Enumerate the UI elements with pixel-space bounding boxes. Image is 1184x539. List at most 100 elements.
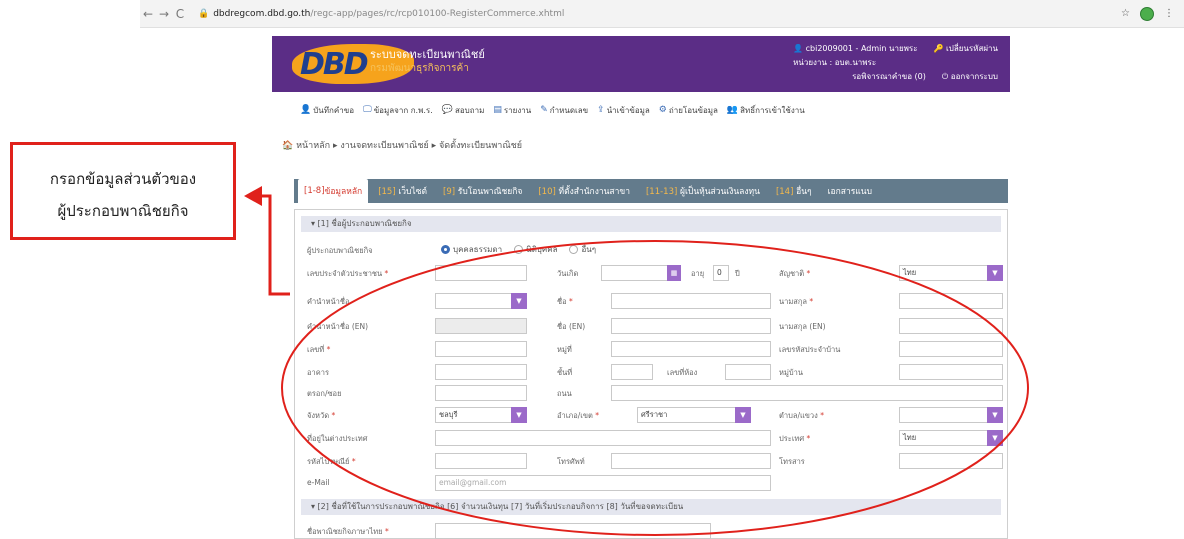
nationality-select[interactable]: ไทย ▼ [899, 265, 1003, 281]
radio-other[interactable]: อื่นๆ [569, 243, 596, 256]
birth-label: วันเกิด [557, 269, 579, 278]
address-bar[interactable]: dbdregcom.dbd.go.th/regc-app/pages/rc/rc… [213, 9, 564, 19]
fname-label-text: ชื่อ [557, 297, 567, 306]
change-password-link[interactable]: 🔑 เปลี่ยนรหัสผ่าน [934, 42, 999, 56]
menu-item-label: ถ่ายโอนข้อมูล [668, 105, 718, 115]
age-input[interactable]: 0 [713, 265, 729, 281]
menu-item-7[interactable]: 👥 สิทธิ์การเข้าใช้งาน [727, 104, 805, 117]
province-label: จังหวัด * [307, 411, 336, 420]
menu-item-label: บันทึกคำขอ [313, 105, 354, 115]
lname-input[interactable] [899, 293, 1003, 309]
breadcrumb[interactable]: 🏠 หน้าหลัก ▸ งานจดทะเบียนพาณิชย์ ▸ จัดตั… [282, 138, 522, 152]
fname-label: ชื่อ * [557, 297, 573, 306]
chevron-down-icon[interactable]: ▼ [735, 407, 751, 423]
phone-input[interactable] [611, 453, 771, 469]
tab-5[interactable]: [14] อื่นๆ [770, 180, 818, 202]
chevron-down-icon[interactable]: ▼ [511, 293, 527, 309]
tab-3[interactable]: [10] ที่ตั้งสำนักงานสาขา [532, 180, 636, 202]
trade-name-label-text: ชื่อพาณิชยกิจภาษาไทย [307, 527, 383, 536]
menu-item-1[interactable]: 🖵 ข้อมูลจาก ก.พ.ร. [363, 104, 433, 117]
district-select[interactable]: ศรีราชา ▼ [637, 407, 751, 423]
tab-label: รับโอนพาณิชยกิจ [457, 187, 523, 197]
moo-label: หมู่ที่ [557, 345, 572, 354]
section-owner-header[interactable]: ▾ [1] ชื่อผู้ประกอบพาณิชยกิจ [301, 216, 1001, 232]
extension-icon[interactable] [1140, 6, 1154, 21]
id-input[interactable] [435, 265, 527, 281]
top-menu: 👤 บันทึกคำขอ 🖵 ข้อมูลจาก ก.พ.ร. 💬 สอบถาม ▤ รายง… [300, 100, 1000, 120]
radio-person[interactable]: บุคคลธรรมดา [441, 243, 502, 256]
prefix-select[interactable]: ▼ [435, 293, 527, 309]
village-input[interactable] [899, 364, 1003, 380]
building-input[interactable] [435, 364, 527, 380]
tab-1[interactable]: [15] เว็บไซต์ [372, 180, 433, 202]
id-label-text: เลขประจำตัวประชาชน [307, 269, 383, 278]
lname-en-input[interactable] [899, 318, 1003, 334]
lname-label: นามสกุล * [779, 297, 814, 306]
menu-item-5[interactable]: ⇪ นำเข้าข้อมูล [597, 104, 650, 117]
menu-item-4[interactable]: ✎ กำหนดเลข [540, 104, 588, 117]
calendar-icon[interactable]: ▦ [667, 265, 681, 281]
screenshot-stage: ← → C 🔒 dbdregcom.dbd.go.th/regc-app/pag… [0, 0, 1184, 539]
menu-item-label: นำเข้าข้อมูล [606, 105, 650, 115]
house-no-input[interactable] [435, 341, 527, 357]
annotation-arrow-line [262, 194, 290, 296]
chevron-down-icon[interactable]: ▼ [511, 407, 527, 423]
user-name: 👤 cbi2009001 - Admin นายพระ [793, 44, 918, 53]
back-icon[interactable]: ← [140, 7, 156, 21]
site-header: DBD ระบบจดทะเบียนพาณิชย์ กรมพัฒนาธุรกิจก… [272, 36, 1010, 92]
room-input[interactable] [725, 364, 771, 380]
floor-input[interactable] [611, 364, 653, 380]
form-tabs: [1-8] ข้อมูลหลัก [15] เว็บไซต์ [9] รับโอนพ… [294, 179, 1008, 203]
radio-juristic[interactable]: นิติบุคคล [514, 243, 557, 256]
user-icon: 👤 [300, 105, 312, 115]
tab-0[interactable]: [1-8] ข้อมูลหลัก [298, 179, 369, 203]
nationality-value: ไทย [903, 268, 917, 277]
province-select[interactable]: ชลบุรี ▼ [435, 407, 527, 423]
import-icon: ⇪ [597, 105, 605, 115]
chevron-down-icon[interactable]: ▼ [987, 430, 1003, 446]
email-input[interactable]: email@gmail.com [435, 475, 771, 491]
logout-link[interactable]: ⏻ ออกจากระบบ [942, 70, 998, 84]
url-host: dbdregcom.dbd.go.th [213, 8, 311, 19]
department-name: กรมพัฒนาธุรกิจการค้า [370, 63, 469, 74]
radio-juristic-label: นิติบุคคล [526, 245, 558, 254]
section-trade-header[interactable]: ▾ [2] ชื่อที่ใช้ในการประกอบพาณิชยกิจ [6]… [301, 499, 1001, 515]
tab-6[interactable]: เอกสารแนบ [822, 180, 878, 202]
chevron-down-icon[interactable]: ▼ [987, 407, 1003, 423]
abroad-input[interactable] [435, 430, 771, 446]
birth-date-input[interactable]: ▦ [601, 265, 681, 281]
moo-input[interactable] [611, 341, 771, 357]
menu-item-6[interactable]: ⚙ ถ่ายโอนข้อมูล [659, 104, 718, 117]
house-code-input[interactable] [899, 341, 1003, 357]
country-select[interactable]: ไทย ▼ [899, 430, 1003, 446]
menu-item-label: กำหนดเลข [549, 105, 589, 115]
fname-input[interactable] [611, 293, 771, 309]
tab-4[interactable]: [11-13] ผู้เป็นหุ้นส่วนเงินลงทุน [640, 180, 766, 202]
bookmark-star-icon[interactable]: ☆ [1121, 8, 1130, 19]
menu-item-3[interactable]: ▤ รายงาน [493, 104, 531, 117]
tab-2[interactable]: [9] รับโอนพาณิชยกิจ [437, 180, 528, 202]
menu-item-label: สิทธิ์การเข้าใช้งาน [740, 105, 805, 115]
pending-requests-link[interactable]: รอพิจารณาคำขอ (0) [852, 70, 926, 84]
soi-input[interactable] [435, 385, 527, 401]
lname-en-label: นามสกุล (EN) [779, 322, 826, 331]
system-name: ระบบจดทะเบียนพาณิชย์ [370, 48, 485, 61]
user-panel: 👤 cbi2009001 - Admin นายพระ 🔑 เปลี่ยนรหั… [793, 42, 998, 84]
menu-dots-icon[interactable]: ⋮ [1164, 8, 1174, 19]
chevron-down-icon[interactable]: ▼ [987, 265, 1003, 281]
fax-input[interactable] [899, 453, 1003, 469]
merchant-type-label: ผู้ประกอบพาณิชยกิจ [307, 246, 373, 255]
menu-item-2[interactable]: 💬 สอบถาม [442, 104, 485, 117]
road-input[interactable] [611, 385, 1003, 401]
reload-icon[interactable]: C [172, 7, 188, 21]
fname-en-input[interactable] [611, 318, 771, 334]
subdistrict-select[interactable]: ▼ [899, 407, 1003, 423]
menu-item-0[interactable]: 👤 บันทึกคำขอ [300, 104, 354, 117]
edit-icon: ✎ [540, 105, 548, 115]
zip-input[interactable] [435, 453, 527, 469]
tab-label: ที่ตั้งสำนักงานสาขา [558, 187, 630, 197]
trade-name-input[interactable] [435, 523, 711, 539]
prefix-en-label: คำนำหน้าชื่อ (EN) [307, 322, 369, 331]
room-label: เลขที่ห้อง [667, 368, 698, 377]
forward-icon[interactable]: → [156, 7, 172, 21]
